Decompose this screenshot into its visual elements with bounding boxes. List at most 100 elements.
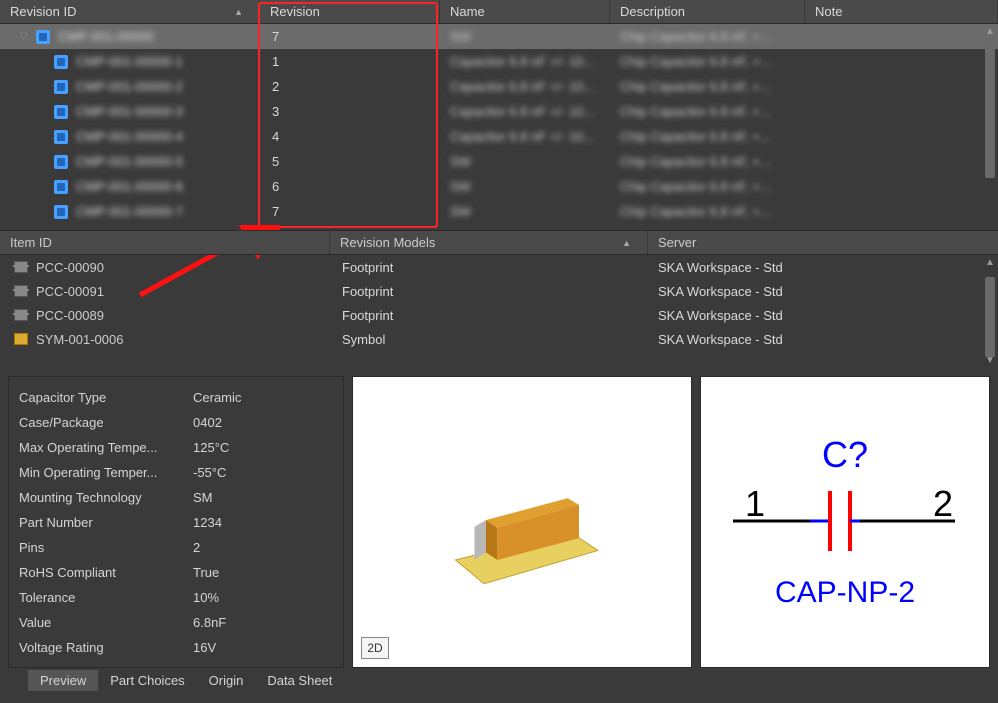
table-row[interactable]: CMP-001-00000-66SWChip Capacitor 6.8 nF,… [0, 174, 998, 199]
item-table-body: PCC-00090FootprintSKA Workspace - StdPCC… [0, 255, 998, 351]
tab-origin[interactable]: Origin [197, 670, 256, 691]
revision-table: Revision ID▲ Revision Name Description N… [0, 0, 998, 230]
col-item-id[interactable]: Item ID [0, 231, 330, 254]
col-name[interactable]: Name [440, 0, 610, 23]
component-icon [54, 205, 68, 219]
pin-1-label: 1 [745, 483, 765, 524]
revision-id-text: CMP-001-00000-4 [76, 129, 183, 144]
cell-revision-id: CMP-001-00000-6 [0, 179, 260, 194]
revision-id-text: CMP-001-00000-1 [76, 54, 183, 69]
tab-part-choices[interactable]: Part Choices [98, 670, 196, 691]
cell-item-id: SYM-001-0006 [0, 332, 330, 347]
table-row[interactable]: CMP-001-00000-55SWChip Capacitor 6.8 nF,… [0, 149, 998, 174]
tab-data-sheet[interactable]: Data Sheet [255, 670, 344, 691]
cell-revision-id: CMP-001-00000-7 [0, 204, 260, 219]
cell-name: Capacitor 6.8 nF +/- 10... [440, 54, 610, 69]
vertical-scrollbar[interactable]: ▲ ▼ [984, 257, 996, 367]
col-server[interactable]: Server [648, 231, 998, 254]
revision-id-text: CMP-001-00000-7 [76, 204, 183, 219]
cell-revision-id: CMP-001-00000-2 [0, 79, 260, 94]
cell-server: SKA Workspace - Std [648, 332, 998, 347]
sort-asc-icon: ▲ [622, 238, 631, 248]
cell-description: Chip Capacitor 6.8 nF, +... [610, 29, 805, 44]
table-row[interactable]: SYM-001-0006SymbolSKA Workspace - Std [0, 327, 998, 351]
sort-asc-icon: ▲ [234, 7, 243, 17]
table-row[interactable]: ▽CMP-001-000007SWChip Capacitor 6.8 nF, … [0, 24, 998, 49]
revision-id-text: CMP-001-00000-2 [76, 79, 183, 94]
scroll-thumb[interactable] [985, 277, 995, 357]
col-revision-id[interactable]: Revision ID▲ [0, 0, 260, 23]
table-row[interactable]: PCC-00089FootprintSKA Workspace - Std [0, 303, 998, 327]
cell-description: Chip Capacitor 6.8 nF, +... [610, 54, 805, 69]
property-row: Mounting TechnologySM [19, 485, 333, 510]
cell-revision-id: CMP-001-00000-1 [0, 54, 260, 69]
cell-revision: 7 [260, 29, 440, 44]
cell-revision-id: CMP-001-00000-3 [0, 104, 260, 119]
revision-table-body: ▽CMP-001-000007SWChip Capacitor 6.8 nF, … [0, 24, 998, 224]
property-key: Pins [19, 540, 193, 555]
scroll-up-icon[interactable]: ▲ [984, 26, 996, 38]
component-icon [54, 55, 68, 69]
col-note[interactable]: Note [805, 0, 998, 23]
property-key: Capacitor Type [19, 390, 193, 405]
expand-icon[interactable]: ▽ [20, 31, 30, 42]
scroll-up-icon[interactable]: ▲ [984, 257, 996, 269]
table-row[interactable]: PCC-00091FootprintSKA Workspace - Std [0, 279, 998, 303]
property-row: Voltage Rating16V [19, 635, 333, 660]
cell-description: Chip Capacitor 6.8 nF, +... [610, 129, 805, 144]
pin-2-label: 2 [933, 483, 953, 524]
detail-tabs: PreviewPart ChoicesOriginData Sheet [0, 668, 998, 693]
revision-id-text: CMP-001-00000-6 [76, 179, 183, 194]
table-row[interactable]: PCC-00090FootprintSKA Workspace - Std [0, 255, 998, 279]
toggle-2d-button[interactable]: 2D [361, 637, 389, 659]
cell-name: Capacitor 6.8 nF +/- 10... [440, 104, 610, 119]
cell-description: Chip Capacitor 6.8 nF, +... [610, 179, 805, 194]
cell-item-id: PCC-00091 [0, 284, 330, 299]
tab-preview[interactable]: Preview [28, 670, 98, 691]
table-row[interactable]: CMP-001-00000-44Capacitor 6.8 nF +/- 10.… [0, 124, 998, 149]
scroll-down-icon[interactable]: ▼ [984, 355, 996, 367]
details-area: Capacitor TypeCeramicCase/Package0402Max… [0, 370, 998, 668]
component-icon [54, 105, 68, 119]
footprint-icon [14, 285, 28, 297]
symbol-panel[interactable]: C? 1 2 CAP-NP-2 [700, 376, 990, 668]
cell-revision-id: CMP-001-00000-4 [0, 129, 260, 144]
property-key: Value [19, 615, 193, 630]
table-row[interactable]: CMP-001-00000-11Capacitor 6.8 nF +/- 10.… [0, 49, 998, 74]
property-row: Tolerance10% [19, 585, 333, 610]
revision-id-text: CMP-001-00000-3 [76, 104, 183, 119]
cell-name: SW [440, 179, 610, 194]
property-value: -55°C [193, 465, 333, 480]
scroll-thumb[interactable] [985, 38, 995, 178]
cell-server: SKA Workspace - Std [648, 308, 998, 323]
col-revision-models[interactable]: Revision Models▲ [330, 231, 648, 254]
symbol-designator: C? [822, 434, 868, 476]
table-row[interactable]: CMP-001-00000-3 3Capacitor 6.8 nF +/- 10.… [0, 99, 998, 124]
property-row: Case/Package0402 [19, 410, 333, 435]
property-key: RoHS Compliant [19, 565, 193, 580]
vertical-scrollbar[interactable]: ▲ [984, 26, 996, 226]
property-value: 16V [193, 640, 333, 655]
property-value: 125°C [193, 440, 333, 455]
property-key: Part Number [19, 515, 193, 530]
cell-description: Chip Capacitor 6.8 nF, +... [610, 79, 805, 94]
property-key: Case/Package [19, 415, 193, 430]
property-row: Max Operating Tempe...125°C [19, 435, 333, 460]
property-key: Min Operating Temper... [19, 465, 193, 480]
item-table: Item ID Revision Models▲ Server PCC-0009… [0, 230, 998, 370]
col-revision[interactable]: Revision [260, 0, 440, 23]
cell-revision-id: CMP-001-00000-5 [0, 154, 260, 169]
component-icon [54, 80, 68, 94]
preview-3d-panel[interactable]: 2D [352, 376, 692, 668]
property-key: Mounting Technology [19, 490, 193, 505]
revision-id-text: CMP-001-00000-5 [76, 154, 183, 169]
capacitor-symbol: 1 2 [715, 476, 975, 556]
property-value: 10% [193, 590, 333, 605]
component-icon [36, 30, 50, 44]
table-row[interactable]: CMP-001-00000-77SWChip Capacitor 6.8 nF,… [0, 199, 998, 224]
cell-revision: 3 [260, 104, 440, 119]
table-row[interactable]: CMP-001-00000-22Capacitor 6.8 nF +/- 10.… [0, 74, 998, 99]
property-key: Voltage Rating [19, 640, 193, 655]
col-description[interactable]: Description [610, 0, 805, 23]
property-key: Max Operating Tempe... [19, 440, 193, 455]
